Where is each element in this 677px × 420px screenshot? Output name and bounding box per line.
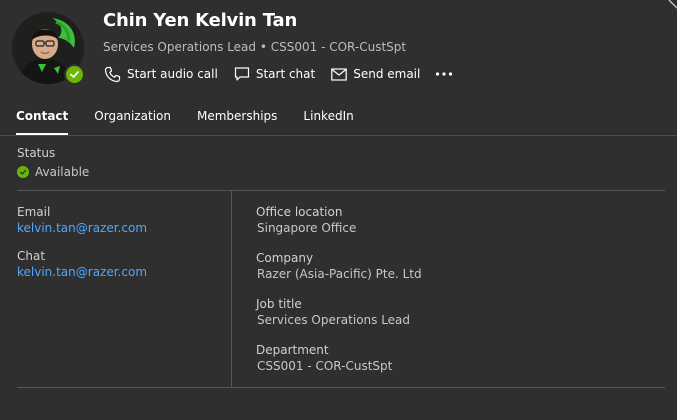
chat-label: Chat xyxy=(17,249,46,263)
more-options-button[interactable] xyxy=(435,71,453,77)
available-check-icon xyxy=(66,66,83,83)
status-value: Available xyxy=(35,165,90,179)
status-row: Available xyxy=(17,165,89,179)
job-title-label: Job title xyxy=(256,297,302,311)
chat-link[interactable]: kelvin.tan@razer.com xyxy=(17,265,147,279)
person-name: Chin Yen Kelvin Tan xyxy=(103,10,298,31)
start-audio-call-button[interactable]: Start audio call xyxy=(104,66,218,83)
section-divider-top xyxy=(17,190,665,191)
close-icon[interactable] xyxy=(667,0,677,10)
company-value: Razer (Asia-Pacific) Pte. Ltd xyxy=(257,267,422,281)
email-link[interactable]: kelvin.tan@razer.com xyxy=(17,221,147,235)
column-divider xyxy=(231,191,232,387)
tab-linkedin[interactable]: LinkedIn xyxy=(303,109,353,135)
tab-memberships[interactable]: Memberships xyxy=(197,109,277,135)
job-title-value: Services Operations Lead xyxy=(257,313,411,327)
chat-icon xyxy=(234,67,249,81)
action-bar: Start audio call Start chat Send email xyxy=(104,64,453,84)
start-chat-label: Start chat xyxy=(255,67,316,81)
status-label: Status xyxy=(17,146,56,160)
tabs-divider xyxy=(0,135,677,136)
tab-bar: Contact Organization Memberships LinkedI… xyxy=(16,109,380,135)
start-chat-button[interactable]: Start chat xyxy=(234,66,315,82)
company-label: Company xyxy=(256,251,314,265)
section-divider-bottom xyxy=(17,387,665,388)
department-label: Department xyxy=(256,343,329,357)
office-location-label: Office location xyxy=(256,205,343,219)
tab-contact[interactable]: Contact xyxy=(16,109,69,135)
send-email-button[interactable]: Send email xyxy=(331,67,420,81)
email-label: Email xyxy=(17,205,51,219)
office-location-value: Singapore Office xyxy=(257,221,357,235)
more-horizontal-icon xyxy=(436,72,453,76)
person-subtitle: Services Operations Lead • CSS001 - COR-… xyxy=(103,40,407,54)
contact-card: Chin Yen Kelvin Tan Services Operations … xyxy=(0,0,677,420)
presence-indicator xyxy=(64,64,85,85)
tab-organization[interactable]: Organization xyxy=(94,109,171,135)
send-email-label: Send email xyxy=(353,67,421,81)
start-audio-call-label: Start audio call xyxy=(127,67,218,81)
phone-icon xyxy=(104,66,121,82)
mail-icon xyxy=(331,67,348,81)
department-value: CSS001 - COR-CustSpt xyxy=(257,359,393,373)
available-status-icon xyxy=(17,166,29,178)
